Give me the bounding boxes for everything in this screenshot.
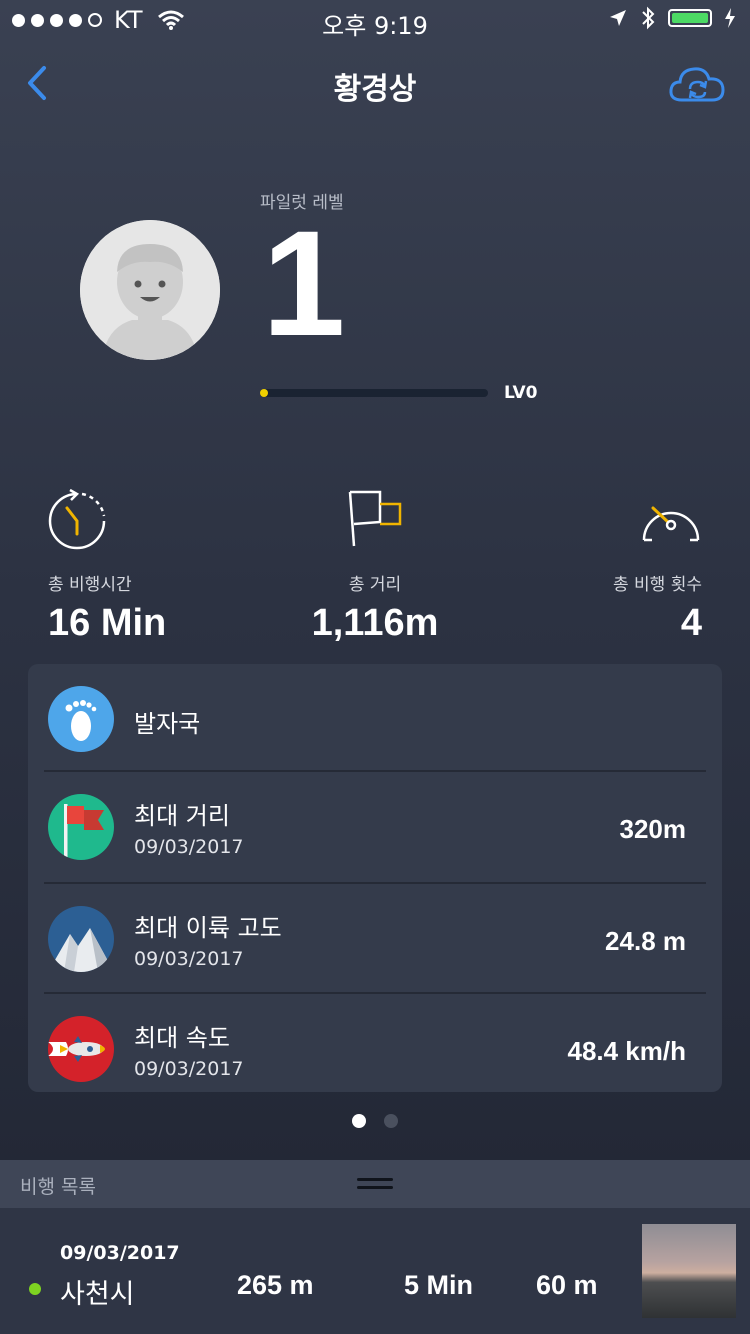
speedometer-icon — [640, 494, 702, 548]
record-title: 최대 속도 — [134, 1024, 230, 1052]
status-bar: KT 오후 9:19 — [0, 0, 750, 40]
total-flight-count-label: 총 비행 횟수 — [612, 575, 702, 595]
flight-list-header[interactable]: 비행 목록 — [0, 1160, 750, 1208]
cloud-sync-button[interactable] — [668, 62, 726, 108]
avatar[interactable] — [80, 220, 220, 360]
flight-location: 사천시 — [60, 1279, 135, 1310]
bluetooth-icon — [642, 6, 655, 30]
record-value: 24.8 m — [605, 926, 686, 956]
cloud-sync-icon — [669, 67, 725, 102]
records-card: 발자국 최대 거리 09/03/2017 320m 최대 이륙 고도 09/03… — [28, 664, 722, 1092]
record-title: 최대 거리 — [134, 802, 230, 830]
record-date: 09/03/2017 — [134, 1058, 244, 1080]
record-row-max-distance[interactable]: 최대 거리 09/03/2017 320m — [28, 772, 722, 882]
drag-handle-icon[interactable] — [357, 1186, 393, 1189]
stopwatch-icon — [46, 488, 108, 556]
record-title: 발자국 — [134, 710, 201, 738]
pilot-level-value: 1 — [262, 199, 346, 367]
mountain-icon — [48, 906, 114, 972]
flight-thumbnail[interactable] — [642, 1224, 736, 1318]
charging-icon — [725, 8, 735, 28]
total-flight-count-value: 4 — [680, 602, 702, 644]
level-tag: LV0 — [504, 383, 538, 403]
battery-icon — [668, 9, 712, 27]
flight-altitude: 60 m — [536, 1270, 598, 1300]
flight-duration: 5 Min — [404, 1270, 474, 1300]
default-avatar-icon — [80, 220, 220, 360]
rocket-icon — [48, 1016, 114, 1082]
flag-icon — [344, 488, 406, 554]
flight-date: 09/03/2017 — [60, 1242, 180, 1264]
status-dot-icon — [29, 1283, 41, 1295]
flight-list-item[interactable]: 09/03/2017 사천시 265 m 5 Min 60 m — [0, 1208, 750, 1334]
level-progress-bar — [260, 389, 488, 397]
page-title: 황경상 — [333, 72, 417, 107]
record-value: 320m — [619, 814, 687, 844]
flight-list-title: 비행 목록 — [20, 1176, 96, 1198]
flight-distance: 265 m — [237, 1270, 314, 1300]
record-date: 09/03/2017 — [134, 948, 244, 970]
location-arrow-icon — [610, 10, 626, 26]
record-row-max-speed[interactable]: 최대 속도 09/03/2017 48.4 km/h — [28, 994, 722, 1092]
record-date: 09/03/2017 — [134, 836, 244, 858]
total-distance-value: 1,116m — [311, 602, 439, 644]
page-indicator-dot[interactable] — [384, 1114, 398, 1128]
drag-handle-icon[interactable] — [357, 1178, 393, 1181]
status-right — [608, 6, 736, 30]
level-progress-fill — [260, 389, 268, 397]
footprint-icon — [48, 686, 114, 752]
page-indicator-dot-active[interactable] — [352, 1114, 366, 1128]
record-row-footprint[interactable]: 발자국 — [28, 664, 722, 772]
record-value: 48.4 km/h — [567, 1036, 686, 1066]
record-row-max-altitude[interactable]: 최대 이륙 고도 09/03/2017 24.8 m — [28, 884, 722, 994]
red-flag-icon — [48, 794, 114, 860]
record-title: 최대 이륙 고도 — [134, 914, 282, 942]
